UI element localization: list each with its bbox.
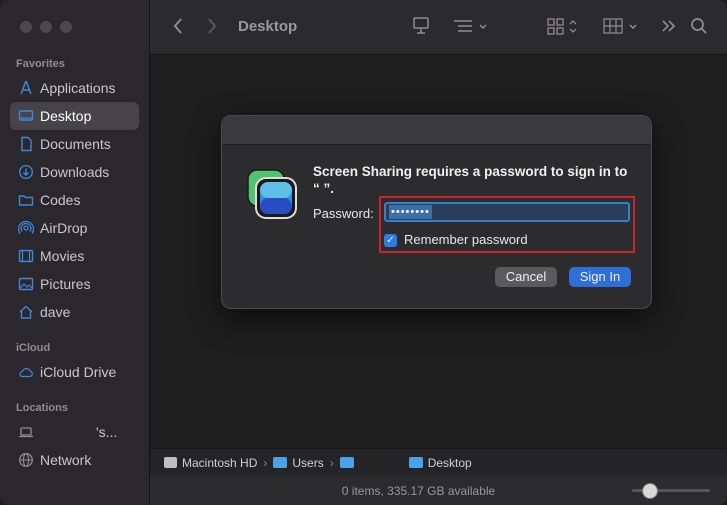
- path-item-user-home[interactable]: [339, 457, 359, 468]
- sidebar-item-applications[interactable]: Applications: [10, 74, 139, 102]
- sidebar-item-label: iCloud Drive: [40, 364, 117, 380]
- path-separator: ›: [263, 455, 268, 470]
- sidebar-item-label: 's...: [96, 424, 118, 440]
- pictures-icon: [18, 276, 34, 292]
- path-item-users[interactable]: Users: [273, 456, 324, 470]
- laptop-icon: [18, 424, 34, 440]
- folder-icon: [408, 457, 423, 468]
- window-controls: [20, 21, 72, 33]
- dialog-titlebar: [222, 116, 651, 145]
- folder-icon: [18, 192, 34, 208]
- disk-icon: [164, 457, 177, 468]
- locations-heading: Locations: [16, 402, 68, 414]
- grid-view-icon[interactable]: [546, 16, 580, 36]
- status-bar: 0 items, 335.17 GB available: [150, 476, 727, 505]
- slider-knob[interactable]: [642, 483, 658, 499]
- sidebar-item-label: AirDrop: [40, 220, 88, 236]
- close-button[interactable]: [20, 21, 32, 33]
- dialog-message-line2: “ ”.: [313, 181, 335, 196]
- airdrop-icon: [18, 220, 34, 236]
- home-icon: [18, 304, 34, 320]
- sidebar-item-label: Applications: [40, 80, 116, 96]
- dialog-message: Screen Sharing requires a password to si…: [313, 163, 633, 197]
- sidebar-item-label: Network: [40, 452, 92, 468]
- cancel-button[interactable]: Cancel: [495, 267, 557, 287]
- window-title: Desktop: [238, 18, 298, 35]
- sidebar-item-label: Movies: [40, 248, 85, 264]
- toolbar: Desktop: [150, 0, 727, 55]
- folder-icon: [339, 457, 354, 468]
- sidebar-item-label: dave: [40, 304, 71, 320]
- dialog-message-line1: Screen Sharing requires a password to si…: [313, 164, 628, 179]
- applications-icon: [18, 80, 34, 96]
- search-icon[interactable]: [690, 16, 708, 36]
- minimize-button[interactable]: [40, 21, 52, 33]
- more-toolbar-icon[interactable]: [660, 16, 678, 36]
- finder-window: Favorites Applications Desktop Documents…: [0, 0, 727, 505]
- sidebar-item-label: Pictures: [40, 276, 91, 292]
- sidebar-item-label: Codes: [40, 192, 81, 208]
- forward-icon[interactable]: [206, 16, 218, 36]
- sign-in-button[interactable]: Sign In: [569, 267, 631, 287]
- desktop-location-icon[interactable]: [412, 16, 430, 36]
- cloud-icon: [18, 364, 34, 380]
- sidebar-item-computer[interactable]: 's...: [10, 418, 139, 446]
- sidebar-item-documents[interactable]: Documents: [10, 130, 139, 158]
- icon-size-slider[interactable]: [632, 483, 710, 499]
- path-item-desktop[interactable]: Desktop: [408, 456, 472, 470]
- sidebar-item-codes[interactable]: Codes: [10, 186, 139, 214]
- zoom-button[interactable]: [60, 21, 72, 33]
- group-by-icon[interactable]: [602, 16, 642, 36]
- document-icon: [18, 136, 34, 152]
- sidebar-item-airdrop[interactable]: AirDrop: [10, 214, 139, 242]
- sidebar-item-movies[interactable]: Movies: [10, 242, 139, 270]
- sidebar-item-network[interactable]: Network: [10, 446, 139, 474]
- desktop-icon: [18, 108, 34, 124]
- password-label: Password:: [313, 206, 374, 221]
- back-icon[interactable]: [172, 16, 184, 36]
- path-separator: ›: [329, 455, 334, 470]
- sidebar-item-desktop[interactable]: Desktop: [10, 102, 139, 130]
- sidebar-item-label: Desktop: [40, 108, 92, 124]
- icloud-heading: iCloud: [16, 342, 51, 354]
- sidebar-item-pictures[interactable]: Pictures: [10, 270, 139, 298]
- favorites-heading: Favorites: [16, 58, 65, 70]
- folder-icon: [273, 457, 288, 468]
- screen-sharing-app-icon: [247, 169, 297, 219]
- list-view-icon[interactable]: [452, 16, 492, 36]
- sidebar-item-downloads[interactable]: Downloads: [10, 158, 139, 186]
- sidebar-item-label: Documents: [40, 136, 111, 152]
- sidebar-item-label: Downloads: [40, 164, 110, 180]
- movies-icon: [18, 248, 34, 264]
- password-dialog: Screen Sharing requires a password to si…: [221, 115, 652, 309]
- path-item-macintosh-hd[interactable]: Macintosh HD: [164, 456, 257, 470]
- path-bar: Macintosh HD › Users › Desktop: [150, 448, 727, 476]
- highlight-annotation-box: [379, 196, 635, 253]
- sidebar-item-dave[interactable]: dave: [10, 298, 139, 326]
- sidebar: Favorites Applications Desktop Documents…: [0, 0, 150, 505]
- sidebar-item-icloud-drive[interactable]: iCloud Drive: [10, 358, 139, 386]
- network-icon: [18, 452, 34, 468]
- download-icon: [18, 164, 34, 180]
